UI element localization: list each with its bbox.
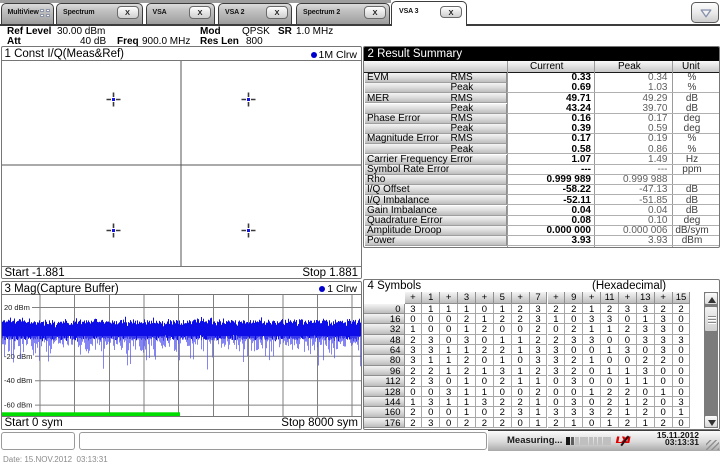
svg-text:-60 dBm: -60 dBm [4, 400, 32, 409]
svg-text:20 dBm: 20 dBm [4, 303, 30, 312]
svg-text:-40 dBm: -40 dBm [4, 376, 32, 385]
svg-text:-20 dBm: -20 dBm [4, 351, 32, 360]
